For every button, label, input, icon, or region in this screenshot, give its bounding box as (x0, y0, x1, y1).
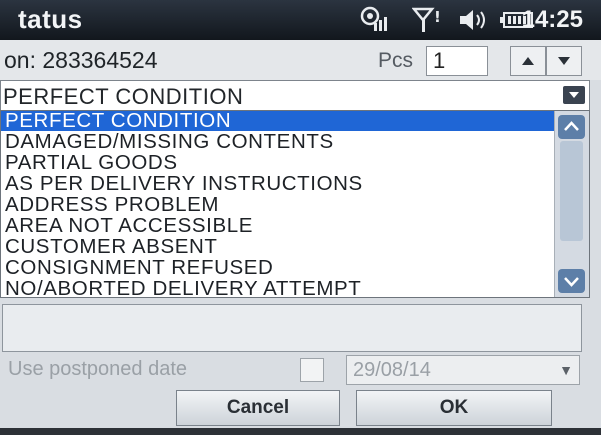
scroll-up-button[interactable] (558, 115, 585, 139)
list-item[interactable]: PERFECT CONDITION (1, 111, 557, 131)
list-item[interactable]: CUSTOMER ABSENT (1, 236, 557, 257)
list-item[interactable]: DAMAGED/MISSING CONTENTS (1, 131, 557, 152)
list-item[interactable]: NO/ABORTED DELIVERY ATTEMPT (1, 278, 557, 297)
pcs-label: Pcs (378, 49, 414, 72)
list-item[interactable]: ADDRESS PROBLEM (1, 194, 557, 215)
postponed-date-label: Use postponed date (8, 358, 188, 380)
dropdown-toggle-button[interactable] (563, 86, 585, 104)
arrow-down-icon (558, 57, 570, 65)
device-screen: tatus ! 14:25 on: 283364524 Pcs 1 PERFEC… (0, 0, 601, 435)
pcs-input[interactable]: 1 (426, 46, 488, 76)
clock: 14:25 (521, 6, 583, 33)
condition-selected-value: PERFECT CONDITION (3, 84, 244, 109)
pcs-increment-button[interactable] (510, 46, 546, 76)
status-bar: tatus ! 14:25 (0, 0, 601, 40)
volume-icon[interactable] (456, 6, 490, 34)
pcs-decrement-button[interactable] (546, 46, 582, 76)
connectivity-icon[interactable] (356, 6, 390, 34)
condition-dropdown[interactable]: PERFECT CONDITION (0, 80, 590, 112)
postponed-date-value: 29/08/14 (353, 359, 431, 381)
arrow-up-icon (522, 57, 534, 65)
scroll-thumb[interactable] (560, 141, 583, 241)
notes-textarea[interactable] (2, 304, 582, 352)
chevron-down-icon (569, 92, 579, 98)
scroll-down-button[interactable] (558, 269, 585, 293)
svg-text:!: ! (434, 8, 441, 26)
list-item[interactable]: CONSIGNMENT REFUSED (1, 257, 557, 278)
signal-icon[interactable]: ! (412, 6, 444, 34)
condition-list[interactable]: PERFECT CONDITION DAMAGED/MISSING CONTEN… (0, 110, 590, 298)
list-item[interactable]: AS PER DELIVERY INSTRUCTIONS (1, 173, 557, 194)
ok-button[interactable]: OK (356, 390, 552, 426)
window-title: tatus (18, 4, 83, 34)
list-scrollbar[interactable] (554, 111, 589, 297)
chevron-down-icon (564, 277, 579, 287)
postponed-date-picker[interactable]: 29/08/14 ▼ (346, 355, 580, 385)
chevron-down-icon: ▼ (559, 362, 573, 378)
bottom-bezel (0, 428, 601, 435)
consignment-number: on: 283364524 (4, 47, 158, 73)
list-item[interactable]: AREA NOT ACCESSIBLE (1, 215, 557, 236)
chevron-up-icon (564, 121, 579, 131)
postponed-date-checkbox[interactable] (300, 358, 324, 382)
cancel-button[interactable]: Cancel (176, 390, 340, 426)
list-item[interactable]: PARTIAL GOODS (1, 152, 557, 173)
